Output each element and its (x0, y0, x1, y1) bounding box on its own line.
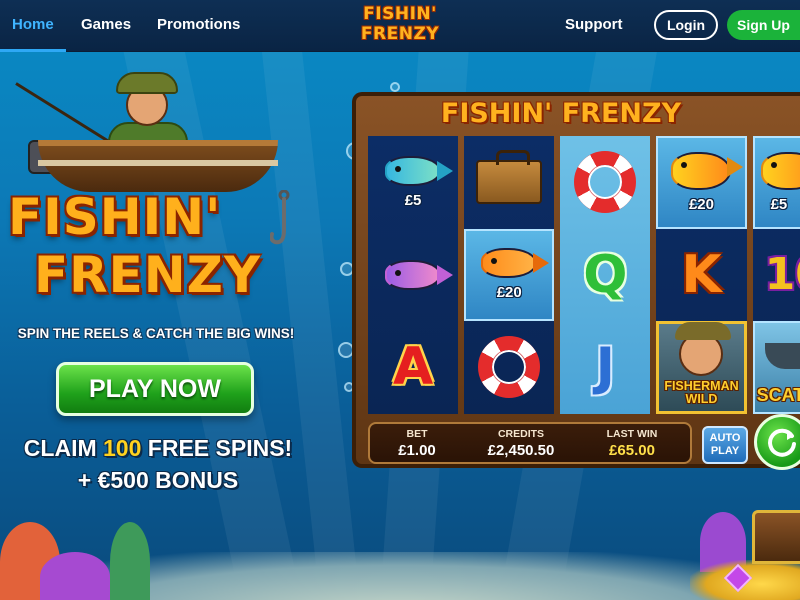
credits-stat: CREDITS £2,450.50 (466, 428, 576, 459)
reel-cell: J (560, 321, 650, 414)
credits-value: £2,450.50 (487, 442, 555, 459)
bet-label: BET (406, 428, 428, 440)
bet-value: £1.00 (398, 442, 436, 459)
last-win-value: £65.00 (609, 442, 655, 459)
site-logo[interactable]: FISHIN' FRENZY (344, 4, 456, 50)
boat (38, 140, 278, 192)
auto-play-button[interactable]: AUTO PLAY (702, 426, 748, 464)
reel-cell: Q (560, 229, 650, 322)
symbol-prize: £5 (404, 191, 422, 209)
coral-decoration (40, 552, 110, 600)
free-spins-offer: CLAIM 100 FREE SPINS! (23, 435, 293, 461)
logo-line-1: FISHIN' (363, 4, 437, 24)
bonus-offer: CLAIM 100 FREE SPINS! + €500 BONUS (8, 432, 308, 496)
reel-3: Q J (560, 136, 651, 414)
letter-a-symbol: A (392, 337, 434, 398)
symbol-prize: £5 (770, 195, 788, 213)
treasure-chest-icon (752, 510, 800, 564)
reel-cell: £20 (656, 136, 747, 229)
reel-cell: £5 (752, 136, 800, 229)
letter-j-symbol: J (595, 337, 616, 398)
top-nav: Home Games Promotions FISHIN' FRENZY Sup… (0, 0, 800, 52)
reel-1: £5 A (368, 136, 459, 414)
fish-icon (385, 259, 454, 290)
free-spins-count: 100 (103, 435, 142, 461)
fisherman-wild-symbol: FISHERMAN WILD (656, 321, 747, 414)
spin-button[interactable] (754, 414, 800, 470)
login-button[interactable]: Login (654, 10, 718, 40)
nav-home[interactable]: Home (12, 16, 54, 33)
hero-tagline: SPIN THE REELS & CATCH THE BIG WINS! (17, 326, 295, 341)
scatter-label: SCATTER (756, 384, 800, 405)
hero-title: FISHIN' FRENZY (8, 188, 308, 304)
stats-panel: BET £1.00 CREDITS £2,450.50 LAST WIN £65… (368, 422, 692, 464)
last-win-stat: LAST WIN £65.00 (582, 428, 682, 459)
life-ring-icon (478, 336, 541, 399)
fish-icon (760, 151, 800, 190)
hero-title-line-2: FRENZY (34, 246, 262, 304)
letter-q-symbol: Q (583, 244, 628, 305)
slot-title: FISHIN' FRENZY (440, 98, 682, 129)
coral-decoration (110, 522, 150, 600)
fish-icon (671, 151, 744, 190)
reels-grid: £5 A £20 Q J £20 K FISHERMAN WILD £5 1 S… (368, 136, 800, 414)
fisherman-icon (675, 322, 732, 377)
fish-icon (385, 155, 454, 186)
bonus-amount: + €500 BONUS (77, 467, 239, 493)
reel-cell: A (368, 321, 458, 414)
symbol-prize: £20 (688, 195, 714, 213)
play-now-button[interactable]: PLAY NOW (56, 362, 254, 416)
reel-cell (464, 321, 554, 414)
credits-label: CREDITS (497, 428, 545, 440)
slot-machine: FISHIN' FRENZY £5 A £20 Q J £20 K FISHER… (352, 92, 800, 470)
nav-promotions[interactable]: Promotions (157, 16, 240, 33)
scatter-symbol: SCATTER (752, 321, 800, 414)
reel-2: £20 (464, 136, 555, 414)
life-ring-icon (574, 151, 637, 214)
reel-5: £5 10 SCATTER (752, 136, 800, 414)
signup-button[interactable]: Sign Up (727, 10, 800, 40)
last-win-label: LAST WIN (606, 428, 658, 440)
reel-cell: 10 (753, 229, 800, 322)
reel-cell: £20 (464, 228, 555, 322)
boat-icon (764, 343, 800, 370)
symbol-prize: £20 (496, 284, 522, 302)
reel-cell: £5 (368, 136, 458, 229)
bet-stat[interactable]: BET £1.00 (382, 428, 452, 459)
wild-label: FISHERMAN WILD (664, 379, 739, 407)
bubble (390, 82, 400, 92)
fisherman-hat (116, 72, 178, 94)
fisherman-boat-illustration (8, 70, 288, 200)
nav-support[interactable]: Support (565, 16, 623, 33)
fish-icon (481, 248, 550, 279)
nav-games[interactable]: Games (81, 16, 131, 33)
reel-cell: K (656, 229, 746, 322)
hook-icon (270, 190, 290, 245)
reel-cell (560, 136, 650, 229)
reel-cell (368, 229, 458, 322)
active-tab-indicator (0, 49, 66, 52)
hero-title-line-1: FISHIN' (8, 188, 222, 246)
tackle-box-icon (476, 150, 543, 205)
reel-cell (464, 136, 554, 229)
logo-line-2: FRENZY (360, 24, 440, 44)
letter-k-symbol: K (681, 244, 722, 305)
reel-4: £20 K FISHERMAN WILD (656, 136, 747, 414)
spin-arrow-icon (768, 428, 796, 457)
ten-symbol: 10 (764, 248, 800, 300)
